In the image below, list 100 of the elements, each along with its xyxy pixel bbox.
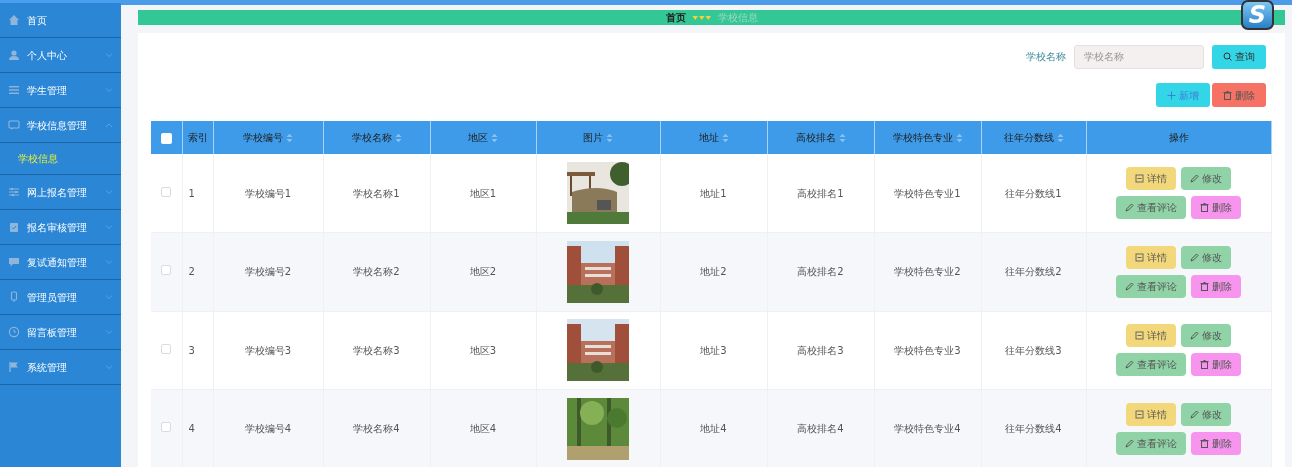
table-cell: 学校编号2 xyxy=(244,266,292,278)
table-cell: 学校特色专业3 xyxy=(894,344,961,356)
column-header[interactable]: 操作 xyxy=(1168,132,1189,143)
pencil-icon xyxy=(1125,438,1134,448)
table-cell: 学校特色专业1 xyxy=(894,187,961,199)
detail-button[interactable]: 详情 xyxy=(1126,324,1176,348)
table-cell: 学校编号1 xyxy=(244,187,292,199)
pencil-icon xyxy=(1190,331,1199,341)
table-cell: 3 xyxy=(188,344,195,356)
chat-icon xyxy=(8,119,20,131)
trash-icon xyxy=(1200,203,1209,212)
view-comments-button[interactable]: 查看评论 xyxy=(1116,196,1186,219)
pencil-icon xyxy=(1190,174,1199,183)
plus-icon xyxy=(1167,90,1176,100)
detail-button[interactable]: 详情 xyxy=(1126,402,1176,426)
message-icon xyxy=(8,256,20,268)
row-checkbox[interactable] xyxy=(161,186,172,197)
column-header[interactable]: 地址 xyxy=(698,132,719,143)
column-header[interactable]: 学校编号 xyxy=(243,132,283,143)
chevron-icon xyxy=(105,87,113,93)
chevron-icon xyxy=(105,52,113,58)
flag-icon xyxy=(8,361,20,373)
row-checkbox[interactable] xyxy=(161,422,172,433)
table-cell: 学校名称3 xyxy=(353,344,400,356)
add-button[interactable]: 新增 xyxy=(1156,83,1210,107)
view-comments-button[interactable]: 查看评论 xyxy=(1116,431,1186,455)
chevron-icon xyxy=(105,259,113,265)
clock-icon xyxy=(8,326,20,338)
pencil-icon xyxy=(1190,252,1199,262)
table-cell: 1 xyxy=(188,187,195,199)
chevron-icon xyxy=(105,364,113,370)
select-all-checkbox[interactable] xyxy=(160,132,172,144)
document-icon xyxy=(1135,252,1144,262)
document-icon xyxy=(1135,409,1144,419)
table-cell: 往年分数线4 xyxy=(1005,423,1062,435)
table-cell: 高校排名2 xyxy=(797,266,844,278)
clipboard-icon xyxy=(8,221,20,233)
sliders-icon xyxy=(8,186,20,198)
table-cell: 高校排名3 xyxy=(797,344,844,356)
column-header[interactable]: 往年分数线 xyxy=(1003,132,1054,143)
table-cell: 往年分数线2 xyxy=(1005,266,1062,278)
edit-button[interactable]: 修改 xyxy=(1181,245,1231,269)
column-header[interactable]: 学校特色专业 xyxy=(892,132,953,143)
delete-button[interactable]: 删除 xyxy=(1212,83,1266,107)
sidebar-subitem[interactable]: 学校信息 xyxy=(18,151,58,166)
menu-icon xyxy=(8,84,20,96)
column-header[interactable]: 图片 xyxy=(583,132,603,143)
edit-button[interactable]: 修改 xyxy=(1181,324,1231,348)
table-cell: 地区1 xyxy=(469,187,497,199)
table-cell: 地区2 xyxy=(469,266,497,278)
table-cell: 4 xyxy=(188,423,195,435)
view-comments-button[interactable]: 查看评论 xyxy=(1116,353,1186,377)
column-header[interactable]: 地区 xyxy=(468,132,488,143)
table-cell: 学校编号4 xyxy=(244,423,292,435)
table-cell: 地址2 xyxy=(700,266,727,278)
logo: S xyxy=(1241,0,1274,30)
table-cell: 学校特色专业2 xyxy=(894,266,961,278)
trash-icon xyxy=(1200,281,1209,291)
pencil-icon xyxy=(1125,281,1134,291)
delete-button[interactable]: 删除 xyxy=(1191,431,1241,455)
chevron-icon xyxy=(105,189,113,195)
detail-button[interactable]: 详情 xyxy=(1126,245,1176,269)
trash-icon xyxy=(1223,90,1232,100)
breadcrumb-link[interactable]: 首页 xyxy=(665,10,686,25)
separator-icon xyxy=(691,14,712,21)
delete-button[interactable]: 删除 xyxy=(1191,353,1241,377)
table-cell: 学校特色专业4 xyxy=(894,423,961,435)
chevron-icon xyxy=(105,122,113,128)
pencil-icon xyxy=(1125,203,1134,212)
home-icon xyxy=(8,14,20,26)
edit-button[interactable]: 修改 xyxy=(1181,167,1231,190)
delete-button[interactable]: 删除 xyxy=(1191,196,1241,219)
search-button[interactable]: 查询 xyxy=(1212,44,1266,69)
table-cell: 地址3 xyxy=(700,344,727,356)
document-icon xyxy=(1135,174,1144,183)
table-cell: 往年分数线3 xyxy=(1005,344,1062,356)
table-cell: 往年分数线1 xyxy=(1005,187,1062,199)
pencil-icon xyxy=(1125,360,1134,370)
view-comments-button[interactable]: 查看评论 xyxy=(1116,274,1186,298)
search-icon xyxy=(1223,52,1232,61)
detail-button[interactable]: 详情 xyxy=(1126,167,1176,190)
table-cell: 学校名称2 xyxy=(353,266,400,278)
document-icon xyxy=(1135,331,1144,341)
row-checkbox[interactable] xyxy=(161,265,172,276)
table-cell: 地区4 xyxy=(469,423,497,435)
column-header[interactable]: 学校名称 xyxy=(351,132,392,143)
table-cell: 地址4 xyxy=(700,423,727,435)
edit-button[interactable]: 修改 xyxy=(1181,402,1231,426)
search-field[interactable]: 学校名称 xyxy=(1074,44,1204,69)
delete-button[interactable]: 删除 xyxy=(1191,274,1241,298)
table-cell: 学校名称4 xyxy=(353,423,400,435)
column-header[interactable]: 高校排名 xyxy=(795,132,836,143)
table-cell: 地址1 xyxy=(700,187,727,199)
row-checkbox[interactable] xyxy=(161,343,172,354)
pencil-icon xyxy=(1190,409,1199,419)
phone-icon xyxy=(8,291,20,303)
chevron-icon xyxy=(105,329,113,335)
table-cell: 高校排名1 xyxy=(797,187,844,199)
chevron-icon xyxy=(105,294,113,300)
trash-icon xyxy=(1200,438,1209,448)
